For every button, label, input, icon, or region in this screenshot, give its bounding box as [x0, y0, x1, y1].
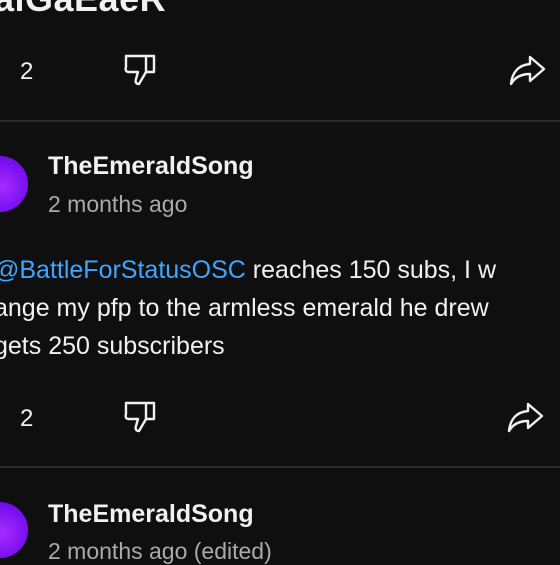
comment-timestamp: 2 months ago (edited): [48, 538, 272, 564]
share-icon[interactable]: [508, 54, 548, 86]
avatar[interactable]: [0, 502, 28, 558]
avatar[interactable]: [0, 156, 28, 212]
comment-actions: 2: [0, 397, 560, 437]
like-icon[interactable]: [0, 403, 4, 431]
comment-body: @BattleForStatusOSC reaches 150 subs, I …: [0, 251, 496, 365]
comment-timestamp: 2 months ago: [48, 191, 188, 217]
mention-link[interactable]: @BattleForStatusOSC: [0, 256, 246, 284]
comment-author[interactable]: TheEmeraldSong: [48, 500, 254, 529]
like-count: 2: [20, 405, 34, 432]
like-icon[interactable]: [0, 56, 4, 84]
comment-text: reaches 150 subs, I w: [245, 256, 496, 284]
like-count: 2: [20, 58, 34, 85]
comment-text: gets 250 subscribers: [0, 332, 225, 360]
comment-divider: [0, 466, 560, 468]
dislike-icon[interactable]: [122, 52, 160, 88]
comment-author[interactable]: TheEmeraldSong: [48, 152, 254, 181]
dislike-icon[interactable]: [122, 399, 160, 435]
previous-comment-text: alGaEaeR: [0, 0, 166, 20]
comment-divider: [0, 120, 560, 122]
comment-actions: 2: [0, 50, 560, 90]
comment-text: ange my pfp to the armless emerald he dr…: [0, 294, 489, 322]
share-icon[interactable]: [506, 401, 546, 433]
